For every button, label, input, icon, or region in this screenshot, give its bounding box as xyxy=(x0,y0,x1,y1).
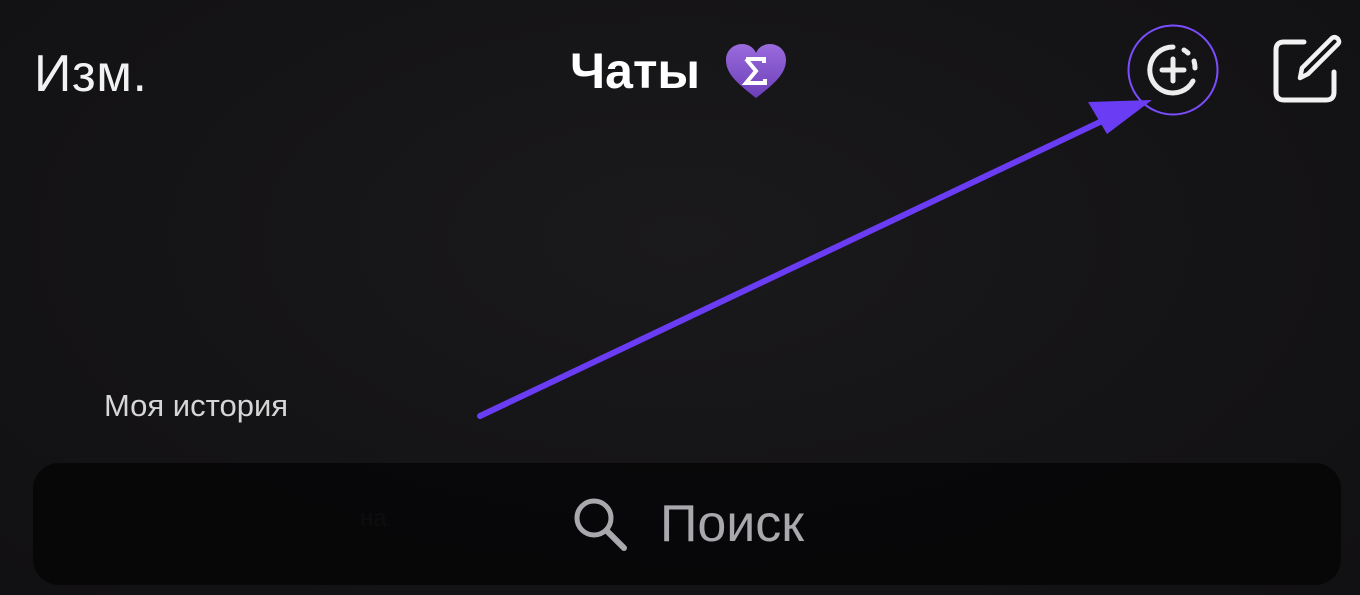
title-group: Чаты xyxy=(570,42,788,100)
search-input[interactable]: Поиск xyxy=(660,494,804,554)
search-bar[interactable]: Поиск xyxy=(33,463,1341,585)
story-add-icon xyxy=(1147,44,1198,96)
edit-button[interactable]: Изм. xyxy=(34,44,147,104)
search-icon xyxy=(574,498,627,551)
story-add-button[interactable] xyxy=(1127,24,1219,116)
compose-icon[interactable] xyxy=(1270,34,1342,106)
heart-sigma-icon[interactable] xyxy=(724,42,788,100)
my-story-label[interactable]: Моя история xyxy=(104,388,288,424)
page-title: Чаты xyxy=(570,43,701,99)
chats-screen: Изм. Чаты Моя история на xyxy=(0,0,1360,595)
